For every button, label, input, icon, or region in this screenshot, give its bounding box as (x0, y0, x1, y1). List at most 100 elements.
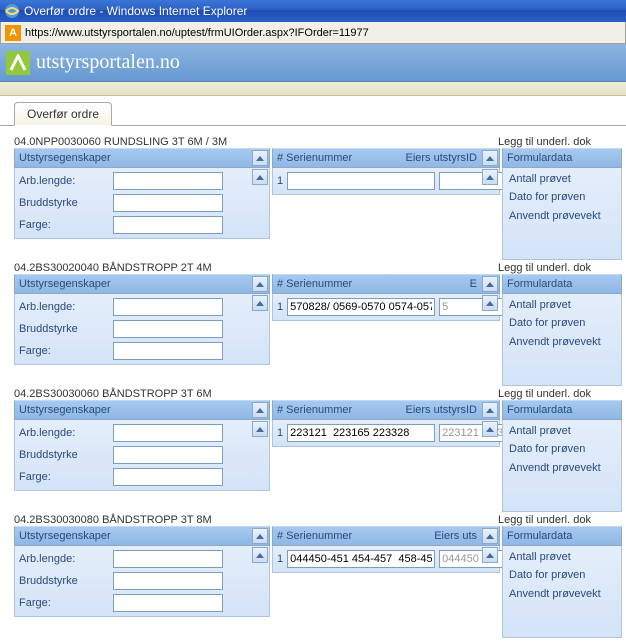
input-arb-lengde[interactable] (113, 172, 223, 190)
input-bruddstyrke[interactable] (113, 194, 223, 212)
label-bruddstyrke: Bruddstyrke (19, 323, 109, 335)
row-index: 1 (277, 301, 283, 313)
col-header-eiers-utstyrsid: Eiers utstyrsID (386, 152, 495, 164)
add-underlying-doc-link[interactable]: Legg til underl. dok (498, 262, 591, 274)
collapse-icon[interactable] (482, 276, 498, 292)
input-serienummer[interactable] (287, 550, 435, 568)
panel-formulardata: Formulardata Antall prøvet Dato for prøv… (502, 526, 622, 638)
input-arb-lengde[interactable] (113, 424, 223, 442)
collapse-icon[interactable] (252, 528, 268, 544)
add-underlying-doc-link[interactable]: Legg til underl. dok (498, 388, 591, 400)
input-bruddstyrke[interactable] (113, 320, 223, 338)
label-dato-for-proven: Dato for prøven (503, 312, 621, 330)
label-farge: Farge: (19, 597, 109, 609)
col-header-eiers-utstyrsid: Eiers uts (386, 530, 495, 542)
col-header-eiers-utstyrsid: Eiers utstyrsID (386, 404, 495, 416)
label-dato-for-proven: Dato for prøven (503, 186, 621, 204)
collapse-icon[interactable] (482, 150, 498, 166)
order-title: 04.2BS30020040 BÅNDSTROPP 2T 4M (14, 262, 498, 274)
tab-row: Overfør ordre (0, 96, 626, 126)
input-arb-lengde[interactable] (113, 550, 223, 568)
panel-utstyrsegenskaper: Utstyrsegenskaper Arb.lengde: Bruddstyrk… (14, 148, 270, 260)
label-bruddstyrke: Bruddstyrke (19, 575, 109, 587)
label-bruddstyrke: Bruddstyrke (19, 197, 109, 209)
expand-icon[interactable] (252, 547, 268, 563)
col-header-serienummer: # Serienummer (277, 404, 386, 416)
expand-icon[interactable] (252, 169, 268, 185)
col-header-eiers-utstyrsid: E (386, 278, 495, 290)
expand-icon[interactable] (482, 295, 498, 311)
collapse-icon[interactable] (482, 402, 498, 418)
url-text: https://www.utstyrsportalen.no/uptest/fr… (25, 27, 369, 39)
expand-icon[interactable] (482, 547, 498, 563)
label-dato-for-proven: Dato for prøven (503, 438, 621, 456)
add-underlying-doc-link[interactable]: Legg til underl. dok (498, 136, 591, 148)
input-farge[interactable] (113, 468, 223, 486)
window-titlebar: Overfør ordre - Windows Internet Explore… (0, 0, 626, 22)
main-content: 04.0NPP0030060 RUNDSLING 3T 6M / 3M Legg… (0, 126, 626, 644)
expand-icon[interactable] (252, 295, 268, 311)
label-antall-provet: Antall prøvet (503, 294, 621, 312)
expand-icon[interactable] (482, 421, 498, 437)
collapse-icon[interactable] (252, 276, 268, 292)
label-anvendt-provevekt: Anvendt prøvevekt (503, 205, 621, 223)
panel-title-formular: Formulardata (507, 152, 572, 164)
order-title: 04.0NPP0030060 RUNDSLING 3T 6M / 3M (14, 136, 498, 148)
panel-serienummer: # Serienummer E 1 (272, 274, 500, 386)
input-farge[interactable] (113, 342, 223, 360)
label-arb-lengde: Arb.lengde: (19, 301, 109, 313)
add-underlying-doc-link[interactable]: Legg til underl. dok (498, 514, 591, 526)
favicon-icon: A (5, 25, 21, 41)
panel-title-formular: Formulardata (507, 278, 572, 290)
col-header-serienummer: # Serienummer (277, 530, 386, 542)
expand-icon[interactable] (482, 169, 498, 185)
input-serienummer[interactable] (287, 424, 435, 442)
label-antall-provet: Antall prøvet (503, 420, 621, 438)
label-anvendt-provevekt: Anvendt prøvevekt (503, 331, 621, 349)
panel-formulardata: Formulardata Antall prøvet Dato for prøv… (502, 148, 622, 260)
panel-title-utstyr: Utstyrsegenskaper (19, 530, 111, 542)
input-farge[interactable] (113, 594, 223, 612)
input-farge[interactable] (113, 216, 223, 234)
input-arb-lengde[interactable] (113, 298, 223, 316)
collapse-icon[interactable] (252, 150, 268, 166)
panel-title-utstyr: Utstyrsegenskaper (19, 152, 111, 164)
label-anvendt-provevekt: Anvendt prøvevekt (503, 457, 621, 475)
input-bruddstyrke[interactable] (113, 446, 223, 464)
input-serienummer[interactable] (287, 172, 435, 190)
label-arb-lengde: Arb.lengde: (19, 553, 109, 565)
label-farge: Farge: (19, 345, 109, 357)
panel-formulardata: Formulardata Antall prøvet Dato for prøv… (502, 400, 622, 512)
panel-formulardata: Formulardata Antall prøvet Dato for prøv… (502, 274, 622, 386)
address-bar: A https://www.utstyrsportalen.no/uptest/… (0, 22, 626, 44)
panel-serienummer: # Serienummer Eiers utstyrsID 1 (272, 400, 500, 512)
label-antall-provet: Antall prøvet (503, 546, 621, 564)
label-farge: Farge: (19, 471, 109, 483)
col-header-serienummer: # Serienummer (277, 278, 386, 290)
expand-icon[interactable] (252, 421, 268, 437)
ie-icon (4, 3, 20, 19)
input-serienummer[interactable] (287, 298, 435, 316)
input-bruddstyrke[interactable] (113, 572, 223, 590)
col-header-serienummer: # Serienummer (277, 152, 386, 164)
order-block: 04.2BS30020040 BÅNDSTROPP 2T 4M Legg til… (14, 262, 622, 386)
label-dato-for-proven: Dato for prøven (503, 564, 621, 582)
order-block: 04.2BS30030080 BÅNDSTROPP 3T 8M Legg til… (14, 514, 622, 638)
row-index: 1 (277, 553, 283, 565)
panel-utstyrsegenskaper: Utstyrsegenskaper Arb.lengde: Bruddstyrk… (14, 400, 270, 512)
panel-title-formular: Formulardata (507, 530, 572, 542)
label-arb-lengde: Arb.lengde: (19, 175, 109, 187)
label-antall-provet: Antall prøvet (503, 168, 621, 186)
label-arb-lengde: Arb.lengde: (19, 427, 109, 439)
site-logo-icon (6, 51, 30, 75)
panel-utstyrsegenskaper: Utstyrsegenskaper Arb.lengde: Bruddstyrk… (14, 274, 270, 386)
order-title: 04.2BS30030080 BÅNDSTROPP 3T 8M (14, 514, 498, 526)
collapse-icon[interactable] (482, 528, 498, 544)
window-title: Overfør ordre - Windows Internet Explore… (24, 4, 247, 18)
site-name: utstyrsportalen.no (36, 51, 180, 74)
order-block: 04.2BS30030060 BÅNDSTROPP 3T 6M Legg til… (14, 388, 622, 512)
collapse-icon[interactable] (252, 402, 268, 418)
panel-serienummer: # Serienummer Eiers uts 1 (272, 526, 500, 638)
tab-overfor-ordre[interactable]: Overfør ordre (14, 102, 112, 126)
header-divider (0, 82, 626, 96)
